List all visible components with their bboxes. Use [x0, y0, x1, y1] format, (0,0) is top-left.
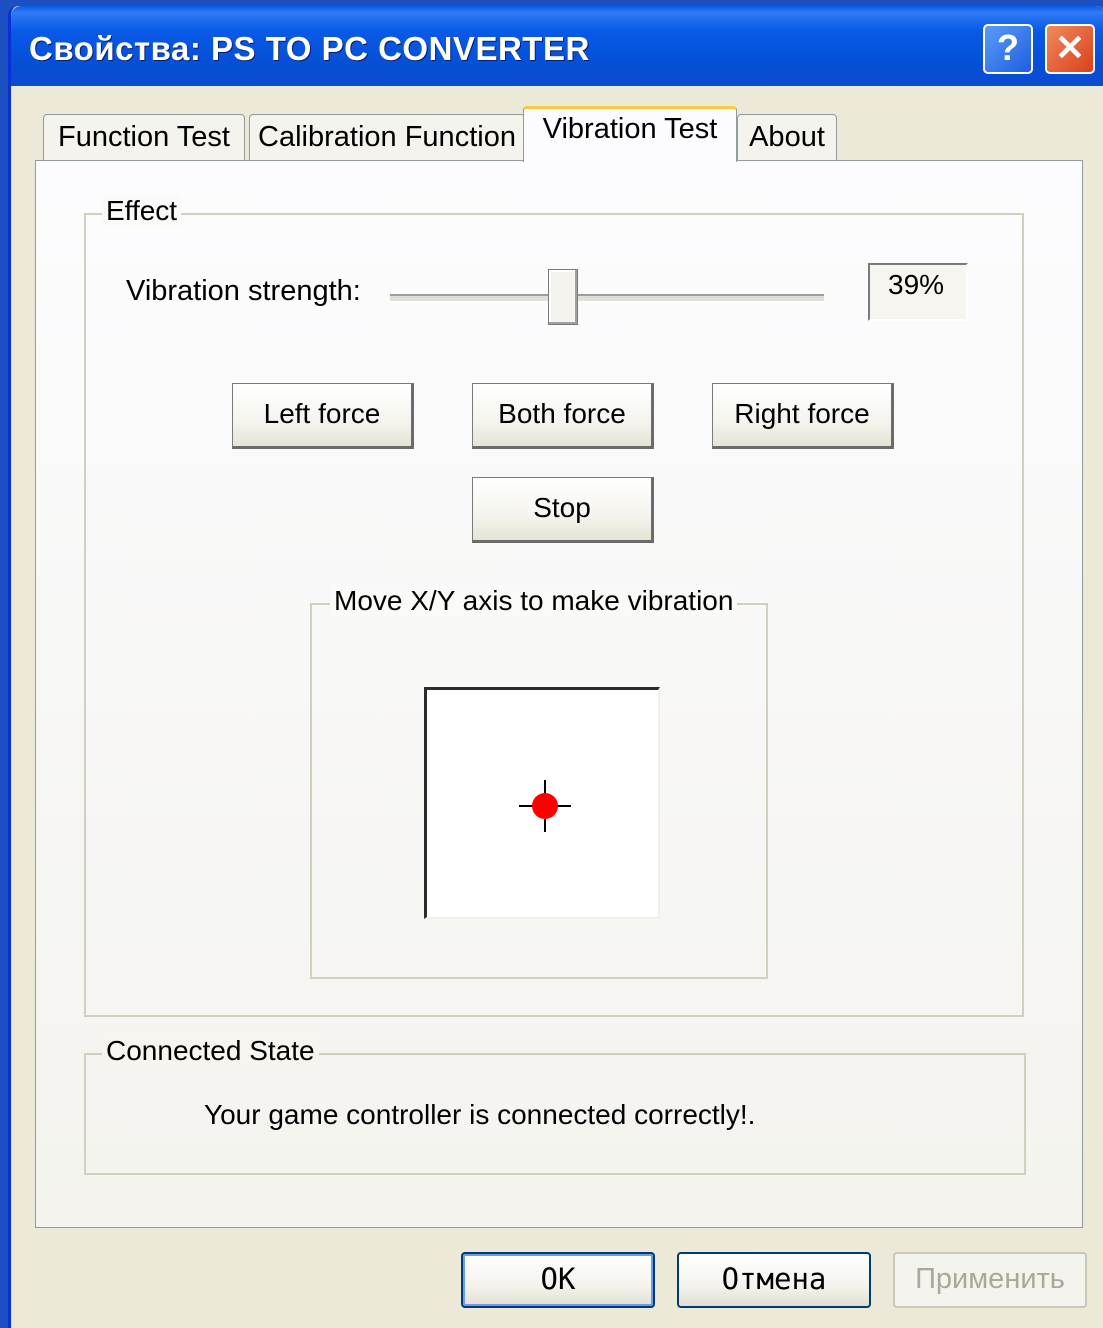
xy-axis-group: Move X/Y axis to make vibration — [310, 585, 768, 979]
window-title: Свойства: PS TO PC CONVERTER — [29, 30, 590, 67]
connected-state-label: Connected State — [102, 1035, 319, 1067]
tab-vibration-test[interactable]: Vibration Test — [523, 106, 737, 162]
help-icon: ? — [997, 27, 1019, 68]
close-button[interactable]: ✕ — [1045, 24, 1095, 74]
crosshair-icon — [519, 780, 571, 832]
stop-button[interactable]: Stop — [472, 477, 654, 543]
help-button[interactable]: ? — [983, 24, 1033, 74]
both-force-button[interactable]: Both force — [472, 383, 654, 449]
tab-about[interactable]: About — [737, 114, 837, 160]
left-force-button[interactable]: Left force — [232, 383, 414, 449]
apply-button[interactable]: Применить — [893, 1252, 1087, 1308]
effect-group-label: Effect — [102, 195, 182, 227]
title-bar[interactable]: Свойства: PS TO PC CONVERTER ? ✕ — [11, 6, 1103, 86]
tab-calibration-function[interactable]: Calibration Function — [249, 114, 525, 160]
vibration-test-panel: Effect Vibration strength: 39% Left forc… — [35, 160, 1083, 1228]
connection-status-message: Your game controller is connected correc… — [204, 1099, 756, 1130]
xy-axis-area[interactable] — [424, 687, 660, 919]
right-force-button[interactable]: Right force — [712, 383, 894, 449]
vibration-value: 39% — [868, 263, 968, 321]
ok-button[interactable]: OK — [461, 1252, 655, 1308]
connected-state-group: Connected State Your game controller is … — [84, 1035, 1026, 1175]
tab-function-test[interactable]: Function Test — [43, 114, 245, 160]
close-icon: ✕ — [1054, 27, 1086, 68]
tab-strip: Function Test Calibration Function Vibra… — [39, 106, 1039, 162]
xy-axis-group-label: Move X/Y axis to make vibration — [330, 585, 738, 617]
vibration-slider-thumb[interactable] — [547, 269, 578, 325]
vibration-slider-track[interactable] — [390, 294, 824, 303]
cancel-button[interactable]: Отмена — [677, 1252, 871, 1308]
effect-group: Effect Vibration strength: 39% Left forc… — [84, 195, 1024, 1017]
vibration-strength-label: Vibration strength: — [126, 275, 361, 307]
properties-window: Свойства: PS TO PC CONVERTER ? ✕ Functio… — [8, 6, 1103, 1328]
